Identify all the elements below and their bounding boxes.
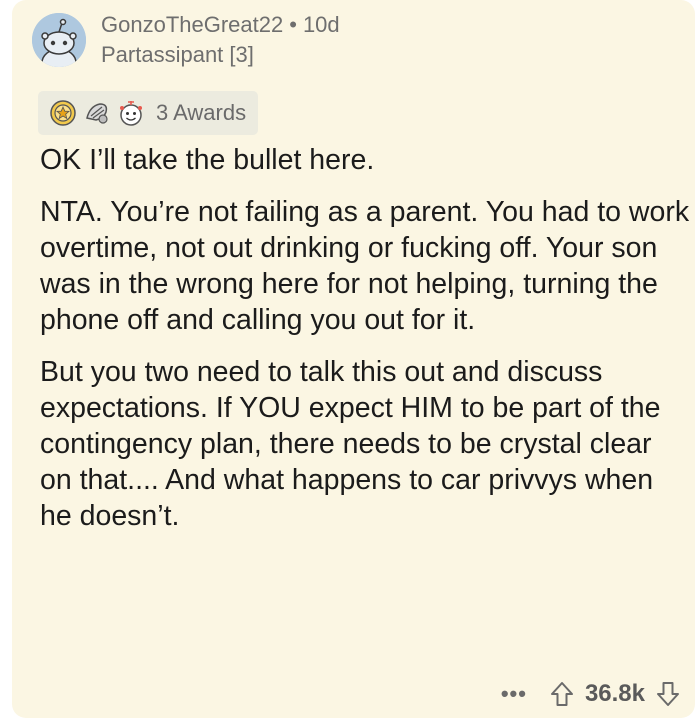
comment-body: OK I’ll take the bullet here. NTA. You’r…	[40, 142, 690, 550]
comment-paragraph: NTA. You’re not failing as a parent. You…	[40, 196, 690, 336]
username[interactable]: GonzoTheGreat22	[101, 12, 283, 37]
separator: •	[289, 12, 297, 37]
user-flair: Partassipant [3]	[101, 42, 254, 67]
comment-age: 10d	[302, 12, 340, 37]
snoo-avatar-icon	[32, 13, 86, 67]
awards-badge[interactable]: 3 Awards	[38, 91, 259, 135]
upvote-icon[interactable]	[549, 680, 575, 708]
award-icon	[50, 100, 76, 126]
comment-paragraph: OK I’ll take the bullet here.	[40, 144, 375, 176]
award-icon	[86, 103, 108, 124]
comment-header: GonzoTheGreat22 • 10d	[101, 12, 340, 38]
awards-label: 3 Awards	[156, 100, 247, 125]
downvote-icon[interactable]	[655, 680, 681, 708]
more-icon[interactable]: •••	[501, 681, 527, 707]
comment-paragraph: But you two need to talk this out and di…	[40, 356, 661, 532]
comment-card: GonzoTheGreat22 • 10d Partassipant [3] 3 A…	[12, 0, 695, 718]
avatar[interactable]	[32, 13, 86, 67]
vote-score: 36.8k	[584, 680, 645, 707]
comment-actions: ••• 36.8k	[501, 680, 681, 708]
award-icon	[120, 101, 142, 126]
